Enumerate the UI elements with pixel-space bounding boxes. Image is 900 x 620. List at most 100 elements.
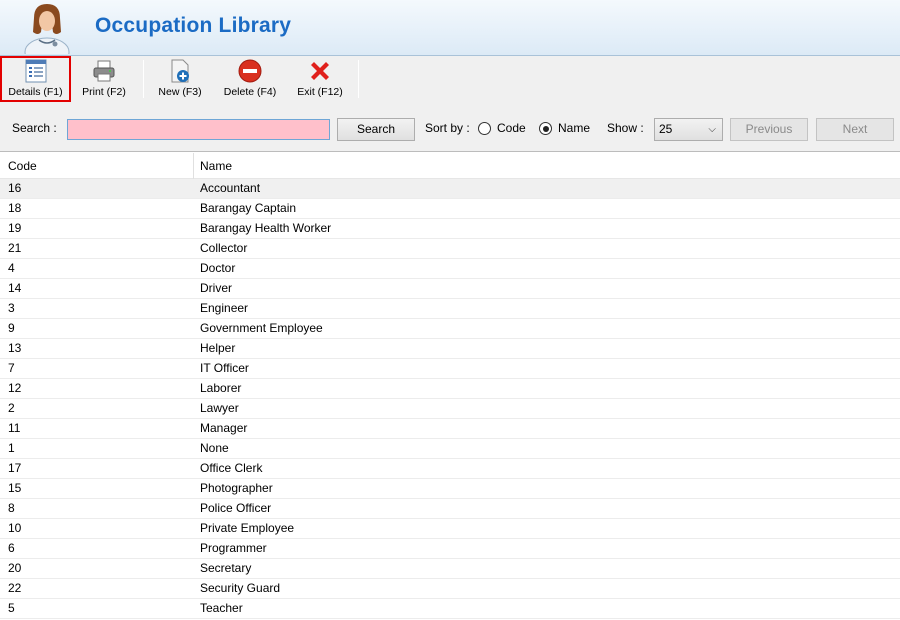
- table-row[interactable]: 11 Manager: [0, 419, 900, 439]
- cell-name: IT Officer: [200, 361, 249, 375]
- cell-code: 11: [8, 421, 21, 435]
- table-row[interactable]: 5 Teacher: [0, 599, 900, 619]
- cell-name: Barangay Captain: [200, 201, 297, 215]
- cell-code: 8: [8, 501, 15, 515]
- table-row[interactable]: 10 Private Employee: [0, 519, 900, 539]
- column-header-name[interactable]: Name: [194, 153, 232, 179]
- cell-code: 13: [8, 341, 22, 355]
- cell-name: Manager: [200, 421, 248, 435]
- table-row[interactable]: 7 IT Officer: [0, 359, 900, 379]
- chevron-down-icon: ⌵: [708, 124, 716, 135]
- table-header: Code Name: [0, 153, 900, 179]
- show-label: Show :: [607, 121, 644, 135]
- table-row[interactable]: 2 Lawyer: [0, 399, 900, 419]
- next-button[interactable]: Next: [816, 118, 894, 141]
- cell-name: Laborer: [200, 381, 242, 395]
- cell-name: Collector: [200, 241, 248, 255]
- toolbar-divider: [358, 60, 359, 98]
- exit-label: Exit (F12): [297, 86, 343, 98]
- cell-name: Police Officer: [200, 501, 272, 515]
- new-label: New (F3): [158, 86, 202, 98]
- cell-name: Barangay Health Worker: [200, 221, 332, 235]
- cell-code: 21: [8, 241, 22, 255]
- print-label: Print (F2): [82, 86, 126, 98]
- table-row[interactable]: 8 Police Officer: [0, 499, 900, 519]
- close-icon: [311, 62, 329, 80]
- cell-name: Helper: [200, 341, 236, 355]
- search-button[interactable]: Search: [337, 118, 415, 141]
- details-icon: [25, 59, 46, 83]
- sort-code-radio[interactable]: [478, 122, 491, 135]
- print-button[interactable]: Print (F2): [75, 56, 133, 102]
- table-row[interactable]: 15 Photographer: [0, 479, 900, 499]
- details-button[interactable]: Details (F1): [0, 56, 71, 102]
- exit-button[interactable]: Exit (F12): [292, 56, 348, 102]
- cell-code: 7: [8, 361, 15, 375]
- show-count-value: 25: [659, 122, 673, 136]
- table-row[interactable]: 19 Barangay Health Worker: [0, 219, 900, 239]
- table-row[interactable]: 1 None: [0, 439, 900, 459]
- cell-code: 16: [8, 181, 22, 195]
- sort-by-label: Sort by :: [425, 121, 470, 135]
- sort-name-radio[interactable]: [539, 122, 552, 135]
- cell-name: Programmer: [200, 541, 267, 555]
- search-input[interactable]: [67, 119, 330, 140]
- new-record-icon: [171, 59, 189, 83]
- cell-name: Teacher: [200, 601, 243, 615]
- cell-code: 12: [8, 381, 22, 395]
- cell-name: Office Clerk: [200, 461, 263, 475]
- table-row[interactable]: 17 Office Clerk: [0, 459, 900, 479]
- table-row[interactable]: 14 Driver: [0, 279, 900, 299]
- toolbar-divider: [143, 60, 144, 98]
- page-title: Occupation Library: [95, 14, 292, 37]
- search-bar: Search : Search Sort by : Code Name Show…: [0, 102, 900, 152]
- table-row[interactable]: 9 Government Employee: [0, 319, 900, 339]
- cell-name: None: [200, 441, 229, 455]
- cell-name: Doctor: [200, 261, 236, 275]
- previous-button[interactable]: Previous: [730, 118, 808, 141]
- cell-name: Security Guard: [200, 581, 281, 595]
- cell-name: Private Employee: [200, 521, 295, 535]
- cell-code: 19: [8, 221, 22, 235]
- table-row[interactable]: 3 Engineer: [0, 299, 900, 319]
- table-row[interactable]: 6 Programmer: [0, 539, 900, 559]
- cell-name: Government Employee: [200, 321, 323, 335]
- cell-code: 6: [8, 541, 15, 555]
- details-label: Details (F1): [8, 86, 63, 98]
- new-button[interactable]: New (F3): [151, 56, 209, 102]
- cell-name: Lawyer: [200, 401, 239, 415]
- cell-code: 5: [8, 601, 15, 615]
- cell-code: 10: [8, 521, 22, 535]
- table-body: 16 Accountant 18 Barangay Captain 19 Barangay…: [0, 179, 900, 619]
- doctor-avatar-icon: [24, 4, 70, 54]
- sort-name-label: Name: [558, 121, 591, 135]
- sort-code-label: Code: [497, 121, 526, 135]
- cell-code: 15: [8, 481, 22, 495]
- search-label: Search :: [12, 121, 57, 135]
- cell-code: 3: [8, 301, 15, 315]
- cell-name: Secretary: [200, 561, 252, 575]
- toolbar: Details (F1) Print (F2) New (F3) Delete …: [0, 56, 900, 102]
- cell-code: 2: [8, 401, 15, 415]
- cell-name: Accountant: [200, 181, 261, 195]
- show-count-select[interactable]: 25 ⌵: [654, 118, 723, 141]
- cell-code: 18: [8, 201, 22, 215]
- table-row[interactable]: 13 Helper: [0, 339, 900, 359]
- table-row[interactable]: 21 Collector: [0, 239, 900, 259]
- cell-code: 17: [8, 461, 22, 475]
- table-row[interactable]: 20 Secretary: [0, 559, 900, 579]
- delete-button[interactable]: Delete (F4): [219, 56, 281, 102]
- cell-code: 9: [8, 321, 15, 335]
- cell-code: 1: [8, 441, 15, 455]
- cell-code: 22: [8, 581, 22, 595]
- table-row[interactable]: 18 Barangay Captain: [0, 199, 900, 219]
- delete-label: Delete (F4): [223, 86, 277, 98]
- table-row[interactable]: 12 Laborer: [0, 379, 900, 399]
- app-header: Occupation Library: [0, 0, 900, 56]
- column-header-code[interactable]: Code: [0, 153, 194, 179]
- table-row[interactable]: 22 Security Guard: [0, 579, 900, 599]
- cell-code: 4: [8, 261, 15, 275]
- table-row[interactable]: 4 Doctor: [0, 259, 900, 279]
- cell-name: Driver: [200, 281, 232, 295]
- table-row[interactable]: 16 Accountant: [0, 179, 900, 199]
